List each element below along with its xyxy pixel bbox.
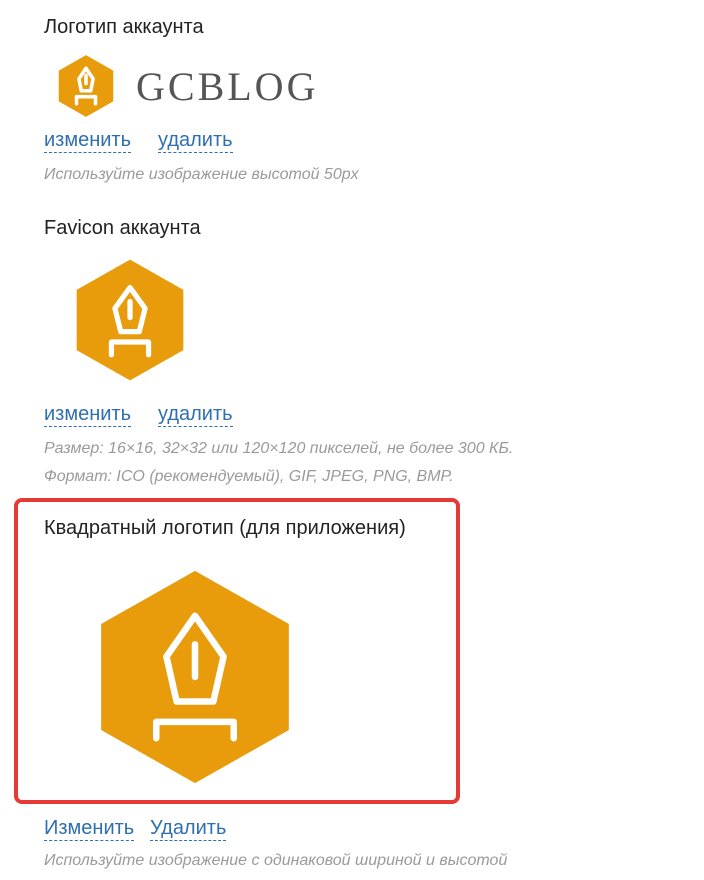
favicon-change-link[interactable]: изменить [44,402,132,427]
square-logo-change-link[interactable]: Изменить [44,816,135,841]
brand-text: GCBLOG [136,64,319,109]
favicon-pen-nib-icon [76,259,184,381]
favicon-hint-format: Формат: ICO (рекомендуемый), GIF, JPEG, … [44,468,454,485]
account-logo-change-link[interactable]: изменить [44,128,132,153]
favicon-hint-size: Размер: 16×16, 32×32 или 120×120 пикселе… [44,440,514,457]
square-logo-pen-nib-icon [101,570,289,784]
account-logo-hint: Используйте изображение высотой 50px [44,166,359,183]
square-logo-title: Квадратный логотип (для приложения) [44,517,406,539]
favicon-title: Favicon аккаунта [44,217,201,239]
account-logo-preview: GCBLOG [56,54,315,118]
account-logo-delete-link[interactable]: удалить [158,128,233,153]
account-logo-title: Логотип аккаунта [44,16,204,38]
square-logo-hint: Используйте изображение с одинаковой шир… [44,852,508,869]
pen-nib-hexagon-icon [58,55,114,117]
square-logo-delete-link[interactable]: Удалить [150,816,227,841]
favicon-delete-link[interactable]: удалить [158,402,233,427]
